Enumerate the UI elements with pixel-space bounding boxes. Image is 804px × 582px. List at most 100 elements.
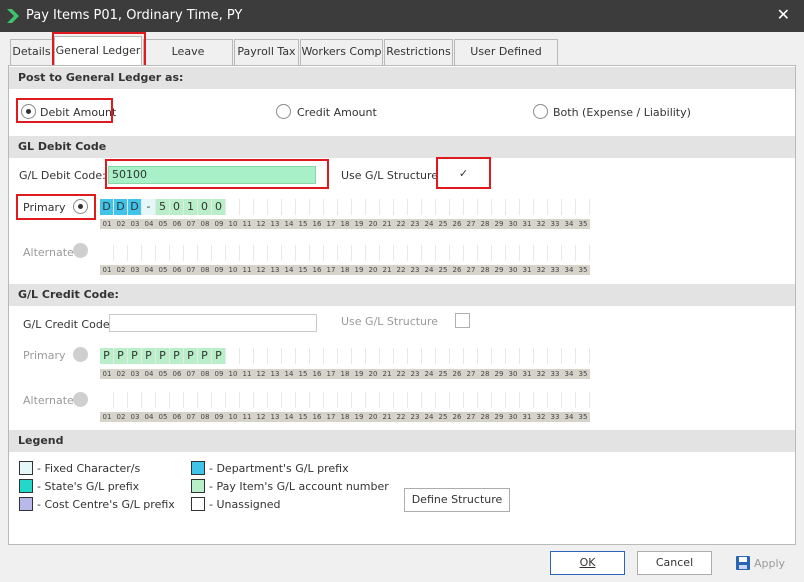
slot-cell — [268, 245, 282, 261]
slot-number: 15 — [298, 266, 308, 274]
slot-number: 24 — [424, 370, 434, 378]
slot-number: 02 — [116, 266, 126, 274]
ok-button[interactable]: OK — [550, 551, 625, 575]
app-logo-icon — [7, 9, 19, 23]
slot-cell — [240, 348, 254, 364]
slot-cell: P — [198, 348, 212, 364]
slot-number: 11 — [242, 266, 252, 274]
slot-cell — [506, 392, 520, 408]
credit-amount-radio[interactable] — [276, 104, 291, 119]
slot-number: 34 — [564, 413, 574, 421]
slot-number: 06 — [172, 266, 182, 274]
slot-cell — [282, 392, 296, 408]
slot-cell: P — [170, 348, 184, 364]
debit-primary-numbers: 01 02 03 04 05 06 07 08 09 10 11 12 13 14 15 16 17 18 19 20… — [100, 219, 590, 229]
slot-cell — [436, 199, 450, 215]
slot-cell: 1 — [184, 199, 198, 215]
tab-payroll-tax[interactable]: Payroll Tax — [234, 39, 299, 65]
slot-cell — [282, 245, 296, 261]
slot-number: 26 — [452, 413, 462, 421]
legend-heading: Legend — [9, 430, 795, 452]
tab-leave-definition[interactable]: Leave Definition — [143, 39, 233, 82]
tab-restrictions[interactable]: Restrictions — [384, 39, 453, 65]
slot-cell — [254, 245, 268, 261]
credit-code-label: G/L Credit Code: — [23, 318, 114, 331]
slot-cell — [548, 348, 562, 364]
close-icon[interactable]: ✕ — [777, 7, 790, 23]
credit-alternate-label: Alternate — [23, 394, 74, 407]
slot-cell — [492, 199, 506, 215]
slot-cell — [226, 392, 240, 408]
credit-structure-label: Use G/L Structure — [341, 315, 439, 328]
tab-details[interactable]: Details — [10, 39, 53, 65]
slot-cell — [562, 199, 576, 215]
slot-number: 21 — [382, 370, 392, 378]
slot-cell — [212, 245, 226, 261]
credit-code-input[interactable] — [109, 314, 317, 332]
slot-cell — [422, 199, 436, 215]
slot-number: 35 — [578, 266, 588, 274]
slot-number: 11 — [242, 413, 252, 421]
slot-number: 23 — [410, 266, 420, 274]
slot-number: 35 — [578, 413, 588, 421]
slot-cell — [100, 245, 114, 261]
slot-cell — [296, 348, 310, 364]
slot-cell — [324, 245, 338, 261]
slot-number: 23 — [410, 370, 420, 378]
slot-cell — [380, 348, 394, 364]
slot-cell: P — [114, 348, 128, 364]
slot-number: 05 — [158, 220, 168, 228]
tab-workers-comp[interactable]: Workers Comp — [300, 39, 383, 65]
both-radio[interactable] — [533, 104, 548, 119]
slot-number: 20 — [368, 413, 378, 421]
cancel-button[interactable]: Cancel — [637, 551, 712, 575]
credit-structure-checkbox[interactable] — [455, 313, 470, 328]
debit-alternate-slots — [100, 245, 590, 261]
slot-cell — [394, 245, 408, 261]
slot-cell — [492, 245, 506, 261]
slot-cell — [282, 199, 296, 215]
slot-number: 18 — [340, 220, 350, 228]
slot-cell — [184, 245, 198, 261]
slot-cell — [282, 348, 296, 364]
highlight-primary — [16, 194, 96, 220]
slot-cell — [520, 245, 534, 261]
legend-pay-item-label: - Pay Item's G/L account number — [209, 480, 389, 493]
window-title: Pay Items P01, Ordinary Time, PY — [26, 8, 243, 23]
slot-number: 11 — [242, 370, 252, 378]
slot-cell — [422, 348, 436, 364]
slot-number: 13 — [270, 266, 280, 274]
slot-cell — [534, 245, 548, 261]
slot-cell — [408, 392, 422, 408]
slot-number: 07 — [186, 370, 196, 378]
slot-number: 19 — [354, 370, 364, 378]
slot-number: 13 — [270, 413, 280, 421]
slot-number: 18 — [340, 266, 350, 274]
slot-cell — [562, 245, 576, 261]
legend-unassigned-label: - Unassigned — [209, 498, 281, 511]
apply-button[interactable]: Apply — [754, 557, 785, 570]
slot-number: 28 — [480, 266, 490, 274]
slot-number: 15 — [298, 220, 308, 228]
credit-primary-radio[interactable] — [73, 347, 88, 362]
slot-cell — [296, 199, 310, 215]
slot-number: 12 — [256, 413, 266, 421]
debit-structure-label: Use G/L Structure — [341, 169, 439, 182]
slot-number: 30 — [508, 220, 518, 228]
credit-alternate-numbers: 01 02 03 04 05 06 07 08 09 10 11 12 13 14 15 16 17 18 19 20… — [100, 412, 590, 422]
define-structure-button[interactable]: Define Structure — [404, 488, 510, 512]
credit-primary-slots: PPPPPPPPP — [100, 348, 590, 364]
slot-number: 02 — [116, 220, 126, 228]
slot-cell — [366, 392, 380, 408]
slot-number: 07 — [186, 266, 196, 274]
slot-cell — [240, 199, 254, 215]
slot-number: 06 — [172, 220, 182, 228]
slot-number: 10 — [228, 266, 238, 274]
legend-department-label: - Department's G/L prefix — [209, 462, 349, 475]
credit-alternate-radio[interactable] — [73, 392, 88, 407]
tab-user-defined-fields[interactable]: User Defined Fields — [454, 39, 558, 82]
slot-number: 03 — [130, 220, 140, 228]
slot-number: 17 — [326, 220, 336, 228]
debit-alternate-radio[interactable] — [73, 243, 88, 258]
slot-number: 32 — [536, 266, 546, 274]
